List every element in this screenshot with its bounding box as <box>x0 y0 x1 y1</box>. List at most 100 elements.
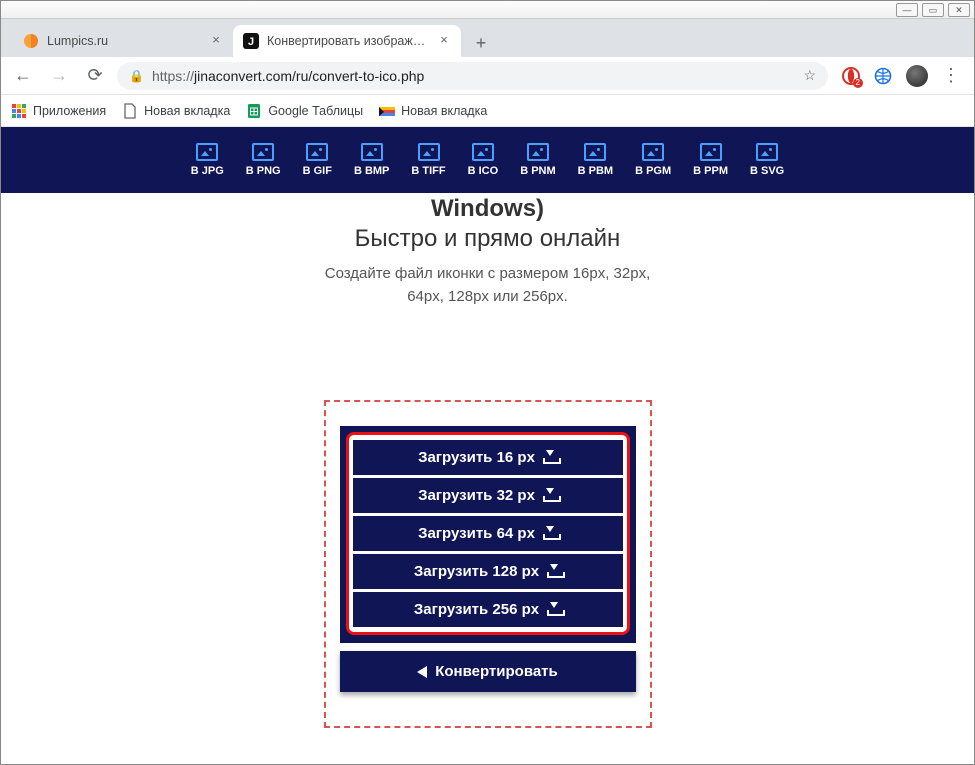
os-minimize-button[interactable]: — <box>896 3 918 17</box>
arrow-left-icon <box>417 666 427 678</box>
page-title-partial: Windows) <box>1 195 974 223</box>
download-label: Загрузить 16 px <box>418 449 535 466</box>
os-titlebar: — ▭ ✕ <box>1 1 974 19</box>
opera-extension-icon[interactable]: 2 <box>842 67 860 85</box>
download-icon <box>543 452 557 464</box>
new-tab-button[interactable]: + <box>467 29 495 57</box>
star-icon[interactable]: ☆ <box>803 67 816 84</box>
download-label: Загрузить 32 px <box>418 487 535 504</box>
format-label: В PNM <box>520 165 555 177</box>
tab-title: Lumpics.ru <box>47 34 201 48</box>
apps-icon <box>11 103 27 119</box>
convert-label: Конвертировать <box>435 663 558 680</box>
format-link-bmp[interactable]: В BMP <box>354 143 389 177</box>
download-32px-button[interactable]: Загрузить 32 px <box>353 478 623 513</box>
sheets-icon <box>246 103 262 119</box>
format-label: В GIF <box>303 165 332 177</box>
image-icon <box>472 143 494 161</box>
format-label: В JPG <box>191 165 224 177</box>
bookmark-sheets[interactable]: Google Таблицы <box>246 103 363 119</box>
download-16px-button[interactable]: Загрузить 16 px <box>353 440 623 475</box>
format-label: В ICO <box>468 165 499 177</box>
bookmark-label: Новая вкладка <box>144 104 230 118</box>
download-icon <box>547 566 561 578</box>
download-label: Загрузить 256 px <box>414 601 539 618</box>
download-icon <box>543 528 557 540</box>
format-link-ppm[interactable]: В PPM <box>693 143 728 177</box>
image-icon <box>584 143 606 161</box>
extension-badge: 2 <box>853 78 863 88</box>
image-icon <box>306 143 328 161</box>
tab-lumpics[interactable]: Lumpics.ru × <box>13 25 233 57</box>
page-content: В JPG В PNG В GIF В BMP В TIFF В ICO В P… <box>1 127 974 764</box>
format-label: В PNG <box>246 165 281 177</box>
tab-close-icon[interactable]: × <box>437 34 451 48</box>
svg-text:J: J <box>248 36 254 48</box>
lock-icon: 🔒 <box>129 69 144 83</box>
format-link-tiff[interactable]: В TIFF <box>411 143 445 177</box>
format-link-svg[interactable]: В SVG <box>750 143 784 177</box>
format-label: В TIFF <box>411 165 445 177</box>
download-panel: Загрузить 16 px Загрузить 32 px Загрузит… <box>340 426 636 643</box>
tab-title: Конвертировать изображения <box>267 34 429 48</box>
download-icon <box>543 490 557 502</box>
headline-block: Windows) Быстро и прямо онлайн Создайте … <box>1 195 974 308</box>
format-link-png[interactable]: В PNG <box>246 143 281 177</box>
bookmarks-bar: Приложения Новая вкладка Google Таблицы … <box>1 95 974 127</box>
page-subtitle: Быстро и прямо онлайн <box>1 225 974 253</box>
bookmark-label: Приложения <box>33 104 106 118</box>
image-icon <box>361 143 383 161</box>
format-label: В PGM <box>635 165 671 177</box>
download-128px-button[interactable]: Загрузить 128 px <box>353 554 623 589</box>
favicon-lumpics <box>23 33 39 49</box>
format-link-gif[interactable]: В GIF <box>303 143 332 177</box>
page-icon <box>122 103 138 119</box>
format-label: В PBM <box>578 165 613 177</box>
tab-close-icon[interactable]: × <box>209 34 223 48</box>
os-maximize-button[interactable]: ▭ <box>922 3 944 17</box>
format-link-jpg[interactable]: В JPG <box>191 143 224 177</box>
download-label: Загрузить 128 px <box>414 563 539 580</box>
chromatic-icon <box>379 103 395 119</box>
convert-button[interactable]: Конвертировать <box>340 651 636 692</box>
format-link-ico[interactable]: В ICO <box>468 143 499 177</box>
format-label: В PPM <box>693 165 728 177</box>
browser-toolbar: ← → ⟳ 🔒 https://jinaconvert.com/ru/conve… <box>1 57 974 95</box>
bookmark-label: Google Таблицы <box>268 104 363 118</box>
browser-menu-button[interactable]: ⋮ <box>942 65 960 86</box>
reload-button[interactable]: ⟳ <box>81 62 109 90</box>
download-256px-button[interactable]: Загрузить 256 px <box>353 592 623 627</box>
format-label: В BMP <box>354 165 389 177</box>
format-label: В SVG <box>750 165 784 177</box>
image-icon <box>756 143 778 161</box>
image-icon <box>642 143 664 161</box>
bookmark-newtab-2[interactable]: Новая вкладка <box>379 103 487 119</box>
address-bar[interactable]: 🔒 https://jinaconvert.com/ru/convert-to-… <box>117 62 828 90</box>
upload-dropzone[interactable]: Загрузить 16 px Загрузить 32 px Загрузит… <box>324 400 652 728</box>
download-icon <box>547 604 561 616</box>
tab-jinaconvert[interactable]: J Конвертировать изображения × <box>233 25 461 57</box>
favicon-jinaconvert: J <box>243 33 259 49</box>
url-path: jinaconvert.com/ru/convert-to-ico.php <box>194 68 424 84</box>
image-icon <box>527 143 549 161</box>
browser-tabstrip: Lumpics.ru × J Конвертировать изображени… <box>1 19 974 57</box>
image-icon <box>252 143 274 161</box>
format-link-pgm[interactable]: В PGM <box>635 143 671 177</box>
download-label: Загрузить 64 px <box>418 525 535 542</box>
format-link-pnm[interactable]: В PNM <box>520 143 555 177</box>
page-description-line2: 64px, 128px или 256px. <box>407 288 568 305</box>
forward-button[interactable]: → <box>45 62 73 90</box>
bookmark-newtab-1[interactable]: Новая вкладка <box>122 103 230 119</box>
bookmark-label: Новая вкладка <box>401 104 487 118</box>
bookmark-apps[interactable]: Приложения <box>11 103 106 119</box>
download-buttons-highlight: Загрузить 16 px Загрузить 32 px Загрузит… <box>346 432 630 635</box>
site-format-nav: В JPG В PNG В GIF В BMP В TIFF В ICO В P… <box>1 127 974 193</box>
format-link-pbm[interactable]: В PBM <box>578 143 613 177</box>
back-button[interactable]: ← <box>9 62 37 90</box>
page-description-line1: Создайте файл иконки с размером 16px, 32… <box>325 265 651 282</box>
globe-extension-icon[interactable] <box>874 67 892 85</box>
url-scheme: https:// <box>152 68 194 84</box>
profile-avatar[interactable] <box>906 65 928 87</box>
os-close-button[interactable]: ✕ <box>948 3 970 17</box>
download-64px-button[interactable]: Загрузить 64 px <box>353 516 623 551</box>
